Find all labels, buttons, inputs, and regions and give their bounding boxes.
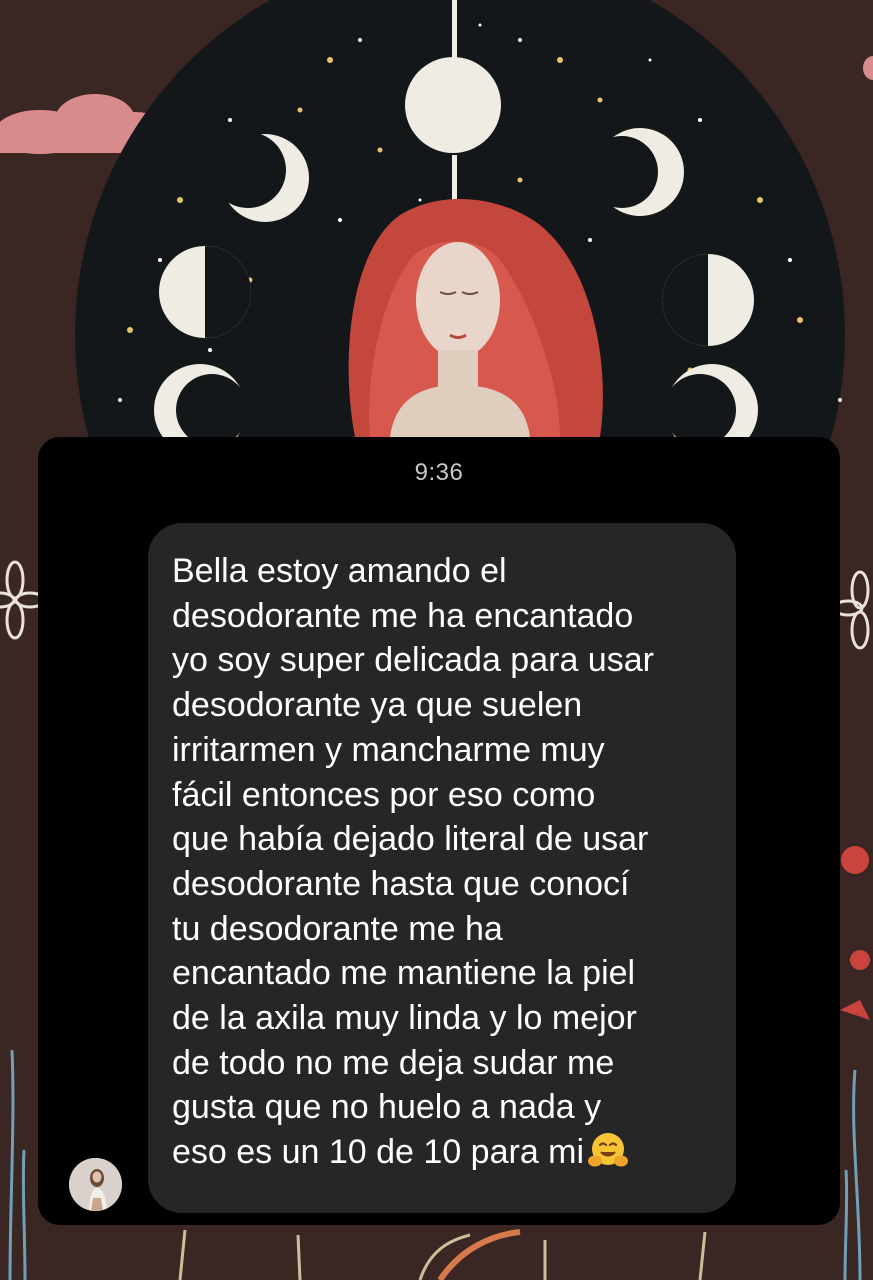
message-line: de todo no me deja sudar me — [172, 1043, 615, 1082]
message-timestamp: 9:36 — [414, 459, 464, 486]
contact-avatar[interactable] — [69, 1158, 122, 1211]
message-line: gusta que no huelo a nada y — [172, 1088, 602, 1127]
message-card: 9:36 Bella estoy amando el desodorante m… — [38, 437, 840, 1225]
hugging-face-emoji-icon — [588, 1133, 629, 1167]
message-bubble[interactable]: Bella estoy amando el desodorante me ha … — [148, 523, 736, 1213]
message-line: tu desodorante me ha — [172, 909, 503, 948]
message-line: fácil entonces por eso como — [172, 775, 596, 814]
message-line: yo soy super delicada para usar — [172, 641, 654, 680]
message-line-last: eso es un 10 de 10 para mi — [172, 1130, 714, 1175]
message-line: desodorante ya que suelen — [172, 686, 583, 725]
avatar-photo-icon — [69, 1158, 122, 1211]
message-line-text: eso es un 10 de 10 para mi — [172, 1133, 585, 1172]
message-line: desodorante hasta que conocí — [172, 864, 630, 903]
message-line: de la axila muy linda y lo mejor — [172, 999, 637, 1038]
message-line: Bella estoy amando el — [172, 552, 507, 590]
message-line: que había dejado literal de usar — [172, 820, 649, 859]
message-line: encantado me mantiene la piel — [172, 954, 636, 993]
message-line: desodorante me ha encantado — [172, 596, 634, 635]
message-line: irritarmen y mancharme muy — [172, 730, 605, 769]
